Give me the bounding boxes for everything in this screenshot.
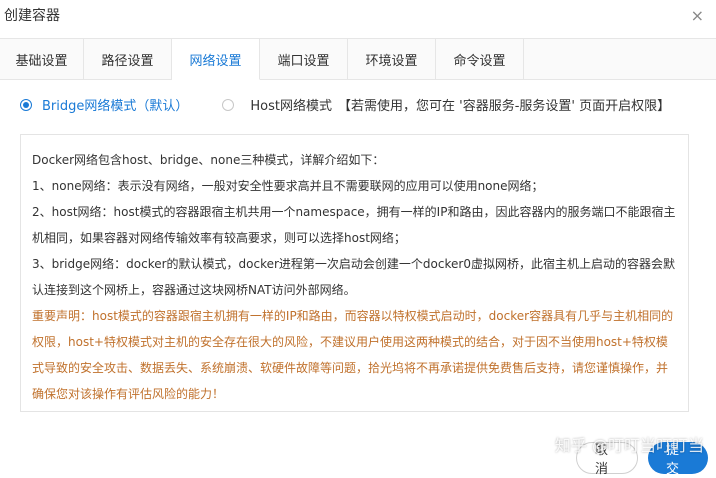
tab-path[interactable]: 路径设置: [84, 39, 172, 79]
tab-environment[interactable]: 环境设置: [348, 39, 436, 79]
host-radio[interactable]: [222, 98, 235, 111]
info-intro: Docker网络包含host、bridge、none三种模式，详解介绍如下：: [32, 153, 385, 167]
info-warning: 重要声明：host模式的容器跟宿主机拥有一样的IP和路由，而容器以特权模式启动时…: [32, 309, 674, 401]
close-icon[interactable]: ×: [691, 6, 704, 25]
host-mode-option[interactable]: Host网络模式 【若需使用，您可在 '容器服务-服务设置' 页面开启权限】: [222, 95, 670, 114]
dialog-title: 创建容器: [4, 8, 60, 24]
dialog-footer: 取消 提交: [576, 442, 708, 477]
network-info-box: Docker网络包含host、bridge、none三种模式，详解介绍如下： 1…: [20, 134, 689, 412]
tab-command[interactable]: 命令设置: [436, 39, 524, 79]
host-mode-label: Host网络模式: [250, 99, 332, 114]
create-container-dialog: 创建容器 × 基础设置 路径设置 网络设置 端口设置 环境设置 命令设置 Bri…: [0, 0, 716, 478]
info-bridge: 3、bridge网络：docker的默认模式，docker进程第一次启动会创建一…: [32, 257, 675, 297]
tab-network[interactable]: 网络设置: [172, 39, 260, 80]
settings-tabs: 基础设置 路径设置 网络设置 端口设置 环境设置 命令设置: [0, 38, 716, 80]
cancel-button[interactable]: 取消: [576, 442, 638, 477]
host-mode-note: 【若需使用，您可在 '容器服务-服务设置' 页面开启权限】: [338, 99, 671, 114]
network-mode-selector: Bridge网络模式（默认） Host网络模式 【若需使用，您可在 '容器服务-…: [20, 95, 704, 114]
dialog-header: 创建容器 ×: [0, 0, 716, 30]
info-none: 1、none网络：表示没有网络，一般对安全性要求高并且不需要联网的应用可以使用n…: [32, 179, 544, 193]
info-host: 2、host网络：host模式的容器跟宿主机共用一个namespace，拥有一样…: [32, 205, 676, 245]
tab-port[interactable]: 端口设置: [260, 39, 348, 79]
tab-basic[interactable]: 基础设置: [0, 39, 84, 79]
submit-button[interactable]: 提交: [648, 442, 708, 477]
bridge-mode-label: Bridge网络模式（默认）: [42, 99, 189, 114]
bridge-radio[interactable]: [20, 98, 32, 111]
bridge-mode-option[interactable]: Bridge网络模式（默认）: [20, 95, 188, 114]
